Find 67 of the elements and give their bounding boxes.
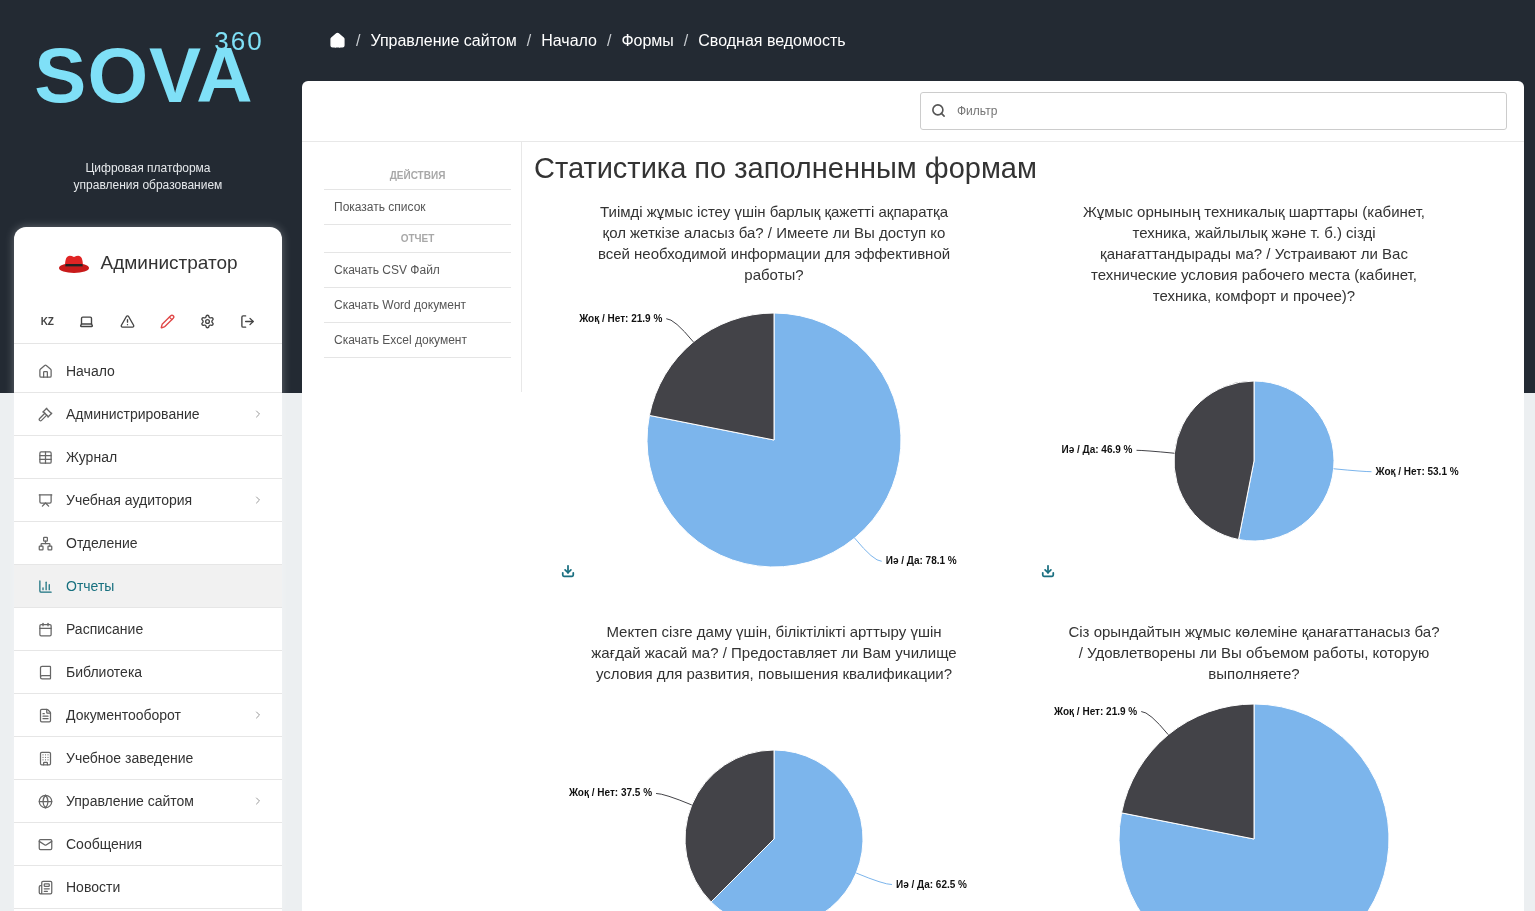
nav-item[interactable]: Начало <box>14 350 282 393</box>
slice-label: Иә / Да: 46.9 % <box>1061 444 1133 456</box>
nav-item[interactable]: Учебная аудитория <box>14 479 282 522</box>
breadcrumb-separator: / <box>606 31 612 50</box>
leader-line <box>854 537 883 562</box>
nav-item[interactable]: Библиотека <box>14 651 282 694</box>
language-button[interactable]: KZ <box>38 313 56 329</box>
action-link[interactable]: Показать список <box>324 190 511 225</box>
nav-item[interactable]: Отчеты <box>14 565 282 608</box>
leader-line <box>1140 711 1169 736</box>
leader-line <box>855 872 893 886</box>
nav-item[interactable]: Управление сайтом <box>14 780 282 823</box>
breadcrumb-separator: / <box>356 31 361 50</box>
breadcrumb-link[interactable]: Формы <box>621 31 674 50</box>
action-link[interactable]: Скачать Word документ <box>324 288 511 323</box>
nav-icon <box>38 535 53 551</box>
slice-label: Жоқ / Нет: 37.5 % <box>568 787 653 799</box>
nav-item[interactable]: Администрирование <box>14 393 282 436</box>
tagline: Цифровая платформа управления образованием <box>72 160 224 194</box>
chart-title: Мектеп сізге даму үшін, біліктілікті арттыру үшін жағдай жасай ма? / Предоставляет ли Вам училище условия для развития, повышения квалификации? <box>590 622 958 684</box>
slice-label: Жоқ / Нет: 53.1 % <box>1375 465 1459 477</box>
nav-icon <box>38 750 53 766</box>
section-heading: ДЕЙСТВИЯ <box>324 162 511 190</box>
user-name: Администратор <box>100 252 238 274</box>
breadcrumb-separator: / <box>683 31 689 50</box>
chart-title: Сіз орындайтын жұмыс көлеміне қанағаттанасыз ба? / Удовлетворены ли Вы объемом работы, которую выполняете? <box>1068 622 1440 684</box>
slice-label: Жоқ / Нет: 21.9 % <box>579 312 663 324</box>
nav-item[interactable]: Документооборот <box>14 694 282 737</box>
chart-title: Жұмыс орнының техникалық шарттары (кабинет, техника, жайлылық және т. б.) сізді қанағаттандырады ма? / Устраивают ли Вас технические условия рабочего места (кабинет, техника, комфорт и прочее)? <box>1081 202 1427 306</box>
leader-line <box>655 792 693 806</box>
breadcrumb-separator: / <box>526 31 532 50</box>
leader-line <box>1333 468 1372 473</box>
action-link[interactable]: Скачать CSV Файл <box>324 253 511 288</box>
leader-line <box>665 318 694 343</box>
nav-icon <box>38 449 53 465</box>
slice-label: Жоқ / Нет: 21.9 % <box>1054 705 1138 717</box>
nav-icon <box>38 578 53 594</box>
action-link[interactable]: Скачать Excel документ <box>324 323 511 358</box>
download-button[interactable] <box>1041 564 1055 578</box>
page-title: Статистика по заполненным формам <box>534 152 1038 185</box>
download-button[interactable] <box>561 564 575 578</box>
section-heading: ОТЧЕТ <box>324 225 511 253</box>
slice-label: Иә / Да: 78.1 % <box>885 555 957 567</box>
nav-icon <box>38 664 53 680</box>
nav-icon <box>38 879 53 895</box>
nav-icon <box>38 363 53 379</box>
breadcrumb-link[interactable]: Управление сайтом <box>370 31 517 50</box>
nav-item[interactable]: Расписание <box>14 608 282 651</box>
nav-item[interactable]: Новости <box>14 866 282 909</box>
nav-item[interactable]: Журнал <box>14 436 282 479</box>
home-icon[interactable] <box>329 32 346 49</box>
nav-icon <box>38 836 53 852</box>
nav-item[interactable]: Сообщения <box>14 823 282 866</box>
nav-item[interactable]: Учебное заведение <box>14 737 282 780</box>
search-icon <box>931 103 946 118</box>
nav-icon <box>38 621 53 637</box>
breadcrumb-link[interactable]: Начало <box>541 31 597 50</box>
chart-title: Тиімді жұмыс істеу үшін барлық қажетті ақпаратқа қол жеткізе аласыз ба? / Имеете ли Вы доступ ко всей необходимой информации для эффективной работы? <box>596 202 952 285</box>
leader-line <box>1136 449 1175 454</box>
nav-icon <box>38 492 53 508</box>
nav-icon <box>38 793 53 809</box>
nav-item[interactable]: Отделение <box>14 522 282 565</box>
nav-icon <box>38 707 53 723</box>
slice-label: Иә / Да: 62.5 % <box>895 878 967 890</box>
filter-field[interactable]: Фильтр <box>920 92 1507 130</box>
nav-icon <box>38 406 53 422</box>
breadcrumb-link[interactable]: Сводная ведомость <box>698 31 846 50</box>
